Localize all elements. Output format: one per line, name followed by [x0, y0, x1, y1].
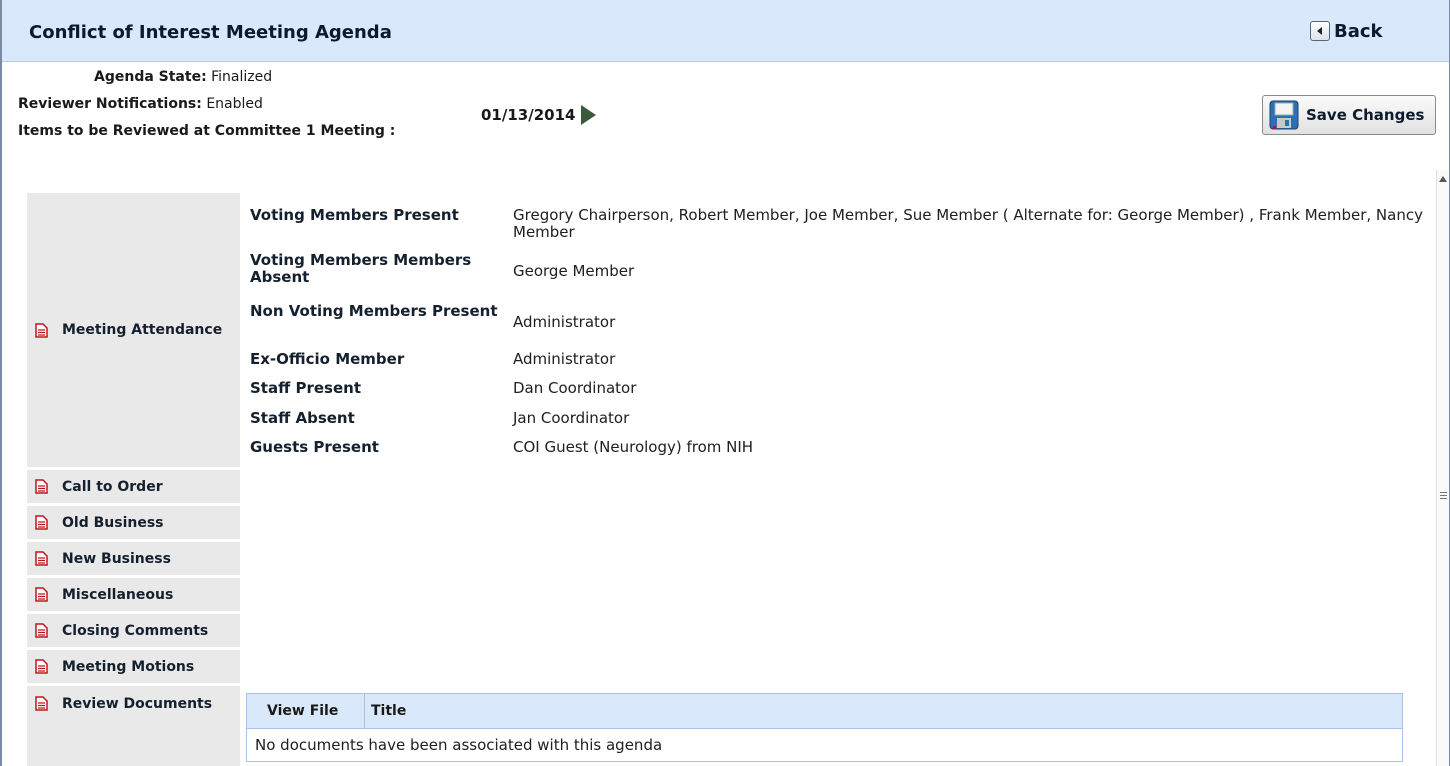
back-button[interactable]: Back — [1310, 18, 1383, 44]
document-icon — [35, 322, 48, 338]
document-icon — [35, 659, 48, 674]
page-title: Conflict of Interest Meeting Agenda — [29, 22, 392, 43]
meeting-date-text: 01/13/2014 — [481, 106, 576, 124]
attendance-label: Staff Absent — [250, 409, 355, 427]
back-label: Back — [1334, 20, 1383, 42]
attendance-value: Administrator — [513, 350, 616, 368]
document-icon — [35, 696, 48, 711]
table-header: View File Title — [247, 694, 1402, 729]
reviewer-notifications: Reviewer Notifications: Enabled — [18, 96, 263, 112]
sidebar-item-new-business[interactable]: New Business — [27, 542, 240, 575]
sidebar-item-miscellaneous[interactable]: Miscellaneous — [27, 578, 240, 611]
sidebar-item-old-business[interactable]: Old Business — [27, 506, 240, 539]
review-documents-table: View File Title No documents have been a… — [246, 693, 1403, 762]
document-icon — [35, 551, 48, 566]
sidebar-item-review-documents[interactable]: Review Documents — [27, 686, 240, 766]
attendance-value: Gregory Chairperson, Robert Member, Joe … — [513, 206, 1423, 241]
attendance-label: Ex-Officio Member — [250, 350, 405, 368]
sidebar-item-label: Review Documents — [62, 696, 213, 712]
sidebar-item-label: Miscellaneous — [62, 586, 174, 603]
document-icon — [35, 479, 48, 494]
column-header-view-file[interactable]: View File — [247, 694, 365, 728]
document-icon — [35, 515, 48, 530]
save-changes-label: Save Changes — [1306, 106, 1425, 124]
attendance-value: George Member — [513, 262, 635, 280]
meeting-date: 01/13/2014 — [481, 105, 597, 125]
scroll-grip-icon[interactable] — [1440, 490, 1447, 502]
sidebar-item-label: Old Business — [62, 514, 164, 531]
agenda-state-value: Finalized — [211, 69, 273, 85]
save-changes-button[interactable]: Save Changes — [1262, 95, 1436, 135]
sidebar-item-meeting-motions[interactable]: Meeting Motions — [27, 650, 240, 683]
back-arrow-icon — [1310, 21, 1330, 41]
sidebar-item-label: Closing Comments — [62, 622, 209, 639]
document-icon — [35, 587, 48, 602]
attendance-label: Guests Present — [250, 438, 379, 456]
attendance-label: Voting Members Members Absent — [250, 251, 472, 286]
items-to-review-label: Items to be Reviewed at Committee 1 Meet… — [18, 123, 396, 139]
attendance-label: Voting Members Present — [250, 206, 459, 224]
sidebar-item-label: Call to Order — [62, 478, 163, 495]
attendance-value: Administrator — [513, 313, 616, 331]
empty-table-message: No documents have been associated with t… — [255, 736, 663, 754]
attendance-label: Non Voting Members Present — [250, 302, 498, 320]
sidebar-item-label: New Business — [62, 550, 171, 567]
vertical-scrollbar[interactable] — [1436, 170, 1449, 766]
attendance-label: Staff Present — [250, 379, 361, 397]
attendance-value: Dan Coordinator — [513, 379, 637, 397]
reviewer-notifications-label: Reviewer Notifications: — [18, 96, 202, 112]
attendance-value: COI Guest (Neurology) from NIH — [513, 438, 754, 456]
column-header-title[interactable]: Title — [365, 703, 406, 719]
sidebar-item-closing-comments[interactable]: Closing Comments — [27, 614, 240, 647]
document-icon — [35, 623, 48, 638]
sidebar-item-label: Meeting Motions — [62, 658, 195, 675]
next-arrow-icon[interactable] — [581, 105, 597, 125]
scroll-up-arrow-icon[interactable] — [1439, 176, 1447, 182]
sidebar-item-call-to-order[interactable]: Call to Order — [27, 470, 240, 503]
sidebar-item-label: Meeting Attendance — [62, 322, 223, 338]
reviewer-notifications-value: Enabled — [206, 96, 263, 112]
sidebar-item-meeting-attendance[interactable]: Meeting Attendance — [27, 193, 240, 467]
floppy-disk-icon — [1269, 100, 1299, 130]
page-header: Conflict of Interest Meeting Agenda Back — [2, 0, 1449, 62]
agenda-state: Agenda State: Finalized — [94, 69, 272, 85]
agenda-state-label: Agenda State: — [94, 69, 207, 85]
attendance-value: Jan Coordinator — [513, 409, 630, 427]
